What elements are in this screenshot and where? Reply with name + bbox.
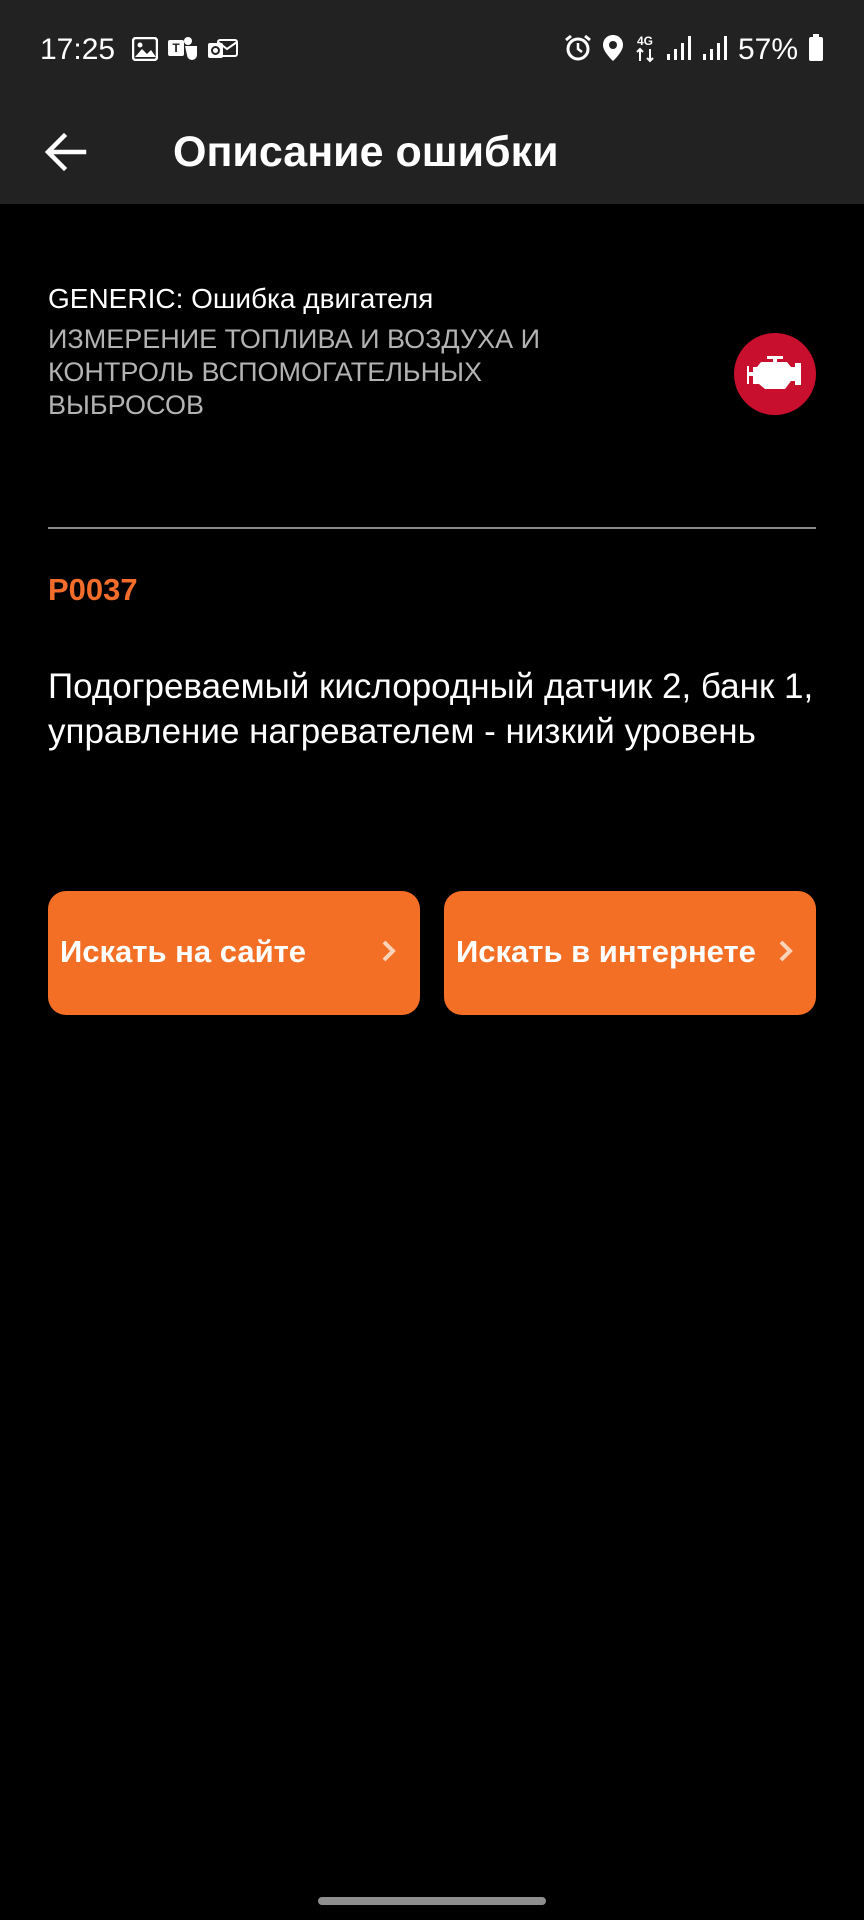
search-web-label: Искать в интернете [456,934,756,969]
search-site-button[interactable]: Искать на сайте [48,891,420,1015]
svg-text:T: T [172,41,180,55]
teams-icon: T [168,36,198,67]
back-button[interactable] [36,122,96,182]
app-bar: Описание ошибки [0,100,864,204]
alarm-icon [564,34,592,67]
location-icon [602,34,624,67]
status-bar: 17:25 T 4G 57% [0,0,864,100]
4g-data-icon: 4G [634,33,656,68]
status-time: 17:25 [40,33,116,66]
chevron-right-icon [779,940,793,962]
notification-icons: T [131,36,238,67]
signal-icon [702,34,728,67]
outlook-icon [208,37,238,66]
gesture-handle[interactable] [318,1897,546,1905]
check-engine-icon [734,333,816,415]
battery-icon [808,33,824,67]
signal-icon [666,34,692,67]
search-web-button[interactable]: Искать в интернете [444,891,816,1015]
page-title: Описание ошибки [173,128,559,176]
error-description: Подогреваемый кислородный датчик 2, банк… [48,667,814,751]
battery-percent: 57% [737,33,798,66]
arrow-left-icon [44,132,87,172]
chevron-right-icon [382,940,396,962]
network-label: 4G [637,34,653,48]
error-subcategory: ИЗМЕРЕНИЕ ТОПЛИВА И ВОЗДУХА И КОНТРОЛЬ В… [48,324,541,420]
gallery-icon [131,36,159,66]
error-code: P0037 [48,572,138,607]
error-category: GENERIC: Ошибка двигателя [48,283,434,314]
search-site-label: Искать на сайте [60,934,307,969]
divider [48,527,816,529]
system-icons: 4G 57% [564,30,824,70]
